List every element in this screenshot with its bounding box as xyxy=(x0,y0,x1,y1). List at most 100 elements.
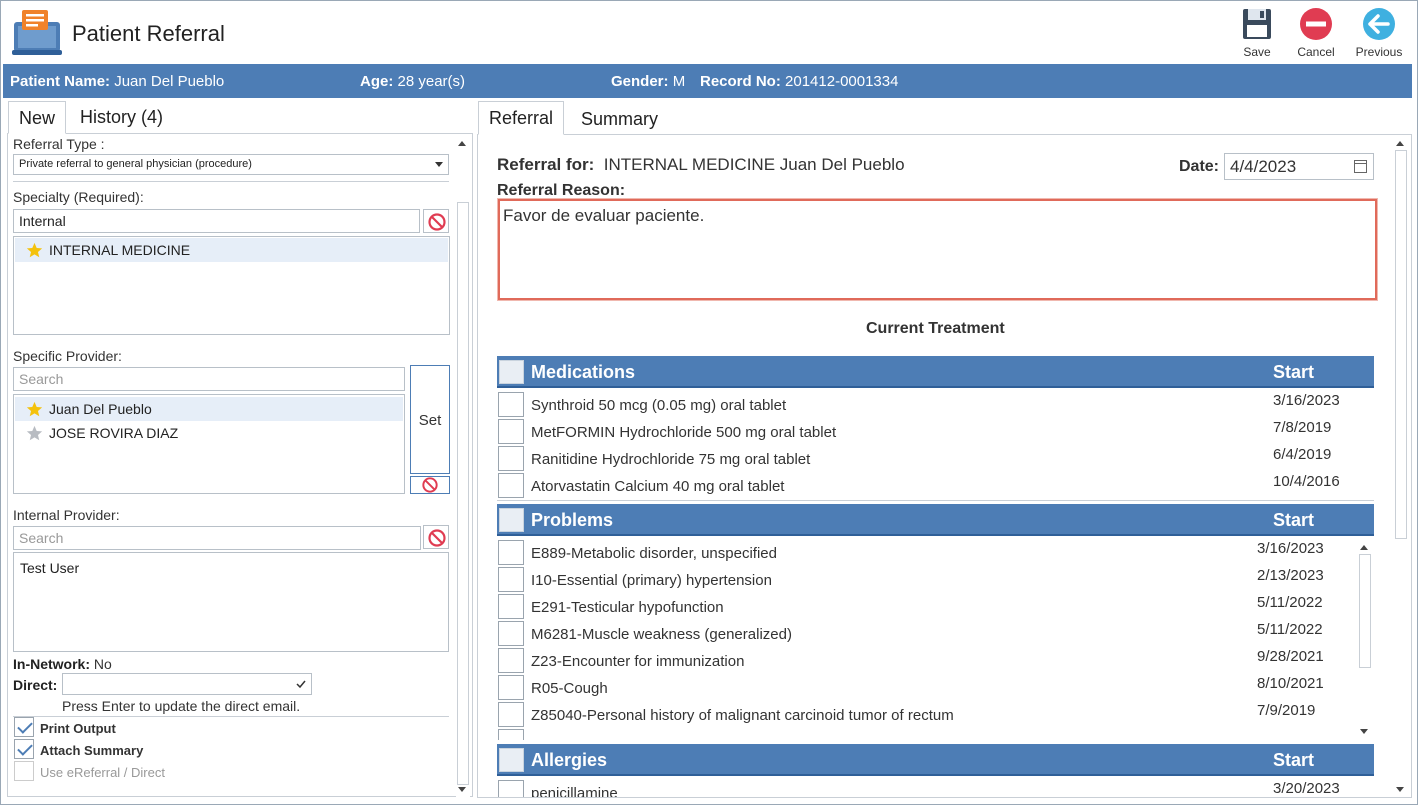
provider-clear-button[interactable] xyxy=(410,476,450,494)
medication-name: Ranitidine Hydrochloride 75 mg oral tabl… xyxy=(531,451,811,468)
previous-button[interactable]: Previous xyxy=(1349,7,1409,61)
save-button[interactable]: Save xyxy=(1227,7,1287,61)
referral-type-label: Referral Type : xyxy=(13,136,105,152)
left-scrollbar[interactable] xyxy=(456,135,470,797)
provider-item[interactable]: Juan Del Pueblo xyxy=(15,397,403,421)
cancel-button[interactable]: Cancel xyxy=(1286,7,1346,61)
internal-provider-item[interactable]: Test User xyxy=(15,556,447,580)
medication-checkbox[interactable] xyxy=(498,392,524,417)
medication-start: 6/4/2019 xyxy=(1273,446,1332,463)
problem-name: M6281-Muscle weakness (generalized) xyxy=(531,626,792,643)
ereferral-checkbox[interactable] xyxy=(14,761,34,781)
internal-search-input[interactable]: Search xyxy=(13,526,421,550)
problem-name: E889-Metabolic disorder, unspecified xyxy=(531,545,777,562)
problem-checkbox[interactable] xyxy=(498,540,524,565)
problem-start: 3/16/2023 xyxy=(1257,540,1324,557)
specialty-label: Specialty (Required): xyxy=(13,189,144,205)
provider-item[interactable]: JOSE ROVIRA DIAZ xyxy=(15,421,403,445)
tab-new[interactable]: New xyxy=(8,101,67,134)
allergies-header: Allergies Start xyxy=(497,744,1374,776)
medications-select-all-checkbox[interactable] xyxy=(499,360,524,384)
scroll-up-icon xyxy=(1396,141,1404,146)
medications-header: Medications Start xyxy=(497,356,1374,388)
problem-start: 5/11/2022 xyxy=(1257,594,1323,611)
problem-checkbox[interactable] xyxy=(498,567,524,592)
problems-select-all-checkbox[interactable] xyxy=(499,508,524,532)
check-icon xyxy=(296,680,306,689)
arrow-left-icon xyxy=(1363,8,1395,40)
print-output-checkbox[interactable] xyxy=(14,717,34,737)
allergies-list: penicillamine 3/20/2023 xyxy=(497,778,1374,797)
allergy-checkbox[interactable] xyxy=(498,780,524,797)
medication-name: MetFORMIN Hydrochloride 500 mg oral tabl… xyxy=(531,424,837,441)
star-icon xyxy=(26,242,43,258)
window: Patient Referral Save Cancel Previous Pa… xyxy=(0,0,1418,805)
specialty-clear-button[interactable] xyxy=(423,209,449,233)
allergies-select-all-checkbox[interactable] xyxy=(499,748,524,772)
scroll-up-icon xyxy=(1360,545,1368,550)
allergy-name: penicillamine xyxy=(531,785,618,797)
save-label: Save xyxy=(1243,45,1271,59)
problem-name: Z85040-Personal history of malignant car… xyxy=(531,707,954,724)
clear-icon xyxy=(428,529,446,547)
problem-checkbox[interactable] xyxy=(498,648,524,673)
clear-icon xyxy=(428,213,446,231)
chevron-down-icon xyxy=(435,162,443,167)
specialty-list: INTERNAL MEDICINE xyxy=(13,236,450,335)
date-label: Date: xyxy=(1179,158,1220,175)
problem-start: 8/10/2021 xyxy=(1257,675,1324,692)
previous-label: Previous xyxy=(1355,45,1403,59)
problem-checkbox[interactable] xyxy=(498,675,524,700)
direct-hint: Press Enter to update the direct email. xyxy=(62,698,301,714)
star-icon xyxy=(26,425,43,441)
tab-summary[interactable]: Summary xyxy=(570,102,669,137)
set-provider-button[interactable]: Set xyxy=(410,365,450,474)
specialty-item[interactable]: INTERNAL MEDICINE xyxy=(15,238,448,262)
internal-clear-button[interactable] xyxy=(423,525,449,549)
provider-search-input[interactable]: Search xyxy=(13,367,405,391)
internal-provider-label: Internal Provider: xyxy=(13,507,120,523)
referral-type-select[interactable]: Private referral to general physician (p… xyxy=(13,154,449,175)
print-output-label: Print Output xyxy=(40,721,116,736)
referral-for: Referral for: INTERNAL MEDICINE Juan Del… xyxy=(497,155,905,174)
calendar-icon[interactable] xyxy=(1354,160,1367,173)
specialty-input[interactable]: Internal xyxy=(13,209,420,233)
internal-provider-list: Test User xyxy=(13,552,449,652)
problems-scrollbar[interactable] xyxy=(1358,539,1372,740)
problem-checkbox[interactable] xyxy=(498,702,524,727)
scroll-down-icon xyxy=(1396,787,1404,792)
medication-checkbox[interactable] xyxy=(498,446,524,471)
allergy-start: 3/20/2023 xyxy=(1273,780,1340,797)
tab-history[interactable]: History (4) xyxy=(69,100,174,135)
problem-checkbox[interactable] xyxy=(498,594,524,619)
attach-summary-checkbox[interactable] xyxy=(14,739,34,759)
problem-name: I10-Essential (primary) hypertension xyxy=(531,572,772,589)
right-scrollbar[interactable] xyxy=(1394,135,1408,797)
medication-start: 3/16/2023 xyxy=(1273,392,1340,409)
problem-name: R05-Cough xyxy=(531,680,608,697)
direct-label: Direct: xyxy=(13,677,58,693)
in-network: In-Network: No xyxy=(13,656,112,672)
scroll-thumb[interactable] xyxy=(457,202,469,785)
referral-reason-textarea[interactable]: Favor de evaluar paciente. xyxy=(498,199,1377,300)
date-picker[interactable]: 4/4/2023 xyxy=(1224,153,1374,180)
cancel-icon xyxy=(1300,8,1332,40)
clear-icon xyxy=(422,477,438,493)
star-icon xyxy=(26,401,43,417)
medication-checkbox[interactable] xyxy=(498,419,524,444)
referral-app-icon xyxy=(12,8,62,56)
medication-checkbox[interactable] xyxy=(498,473,524,498)
problems-header: Problems Start xyxy=(497,504,1374,536)
cancel-label: Cancel xyxy=(1297,45,1335,59)
problem-checkbox[interactable] xyxy=(498,621,524,646)
scroll-thumb[interactable] xyxy=(1395,150,1407,539)
direct-email-input[interactable] xyxy=(62,673,312,695)
scroll-thumb[interactable] xyxy=(1359,554,1371,668)
patient-record: Record No: 201412-0001334 xyxy=(700,73,899,90)
specific-provider-label: Specific Provider: xyxy=(13,348,122,364)
app-title: Patient Referral xyxy=(72,21,225,46)
problems-list: E889-Metabolic disorder, unspecified 3/1… xyxy=(497,539,1374,740)
problem-name: E291-Testicular hypofunction xyxy=(531,599,724,616)
problem-checkbox[interactable] xyxy=(498,729,524,740)
tab-referral[interactable]: Referral xyxy=(478,101,565,135)
